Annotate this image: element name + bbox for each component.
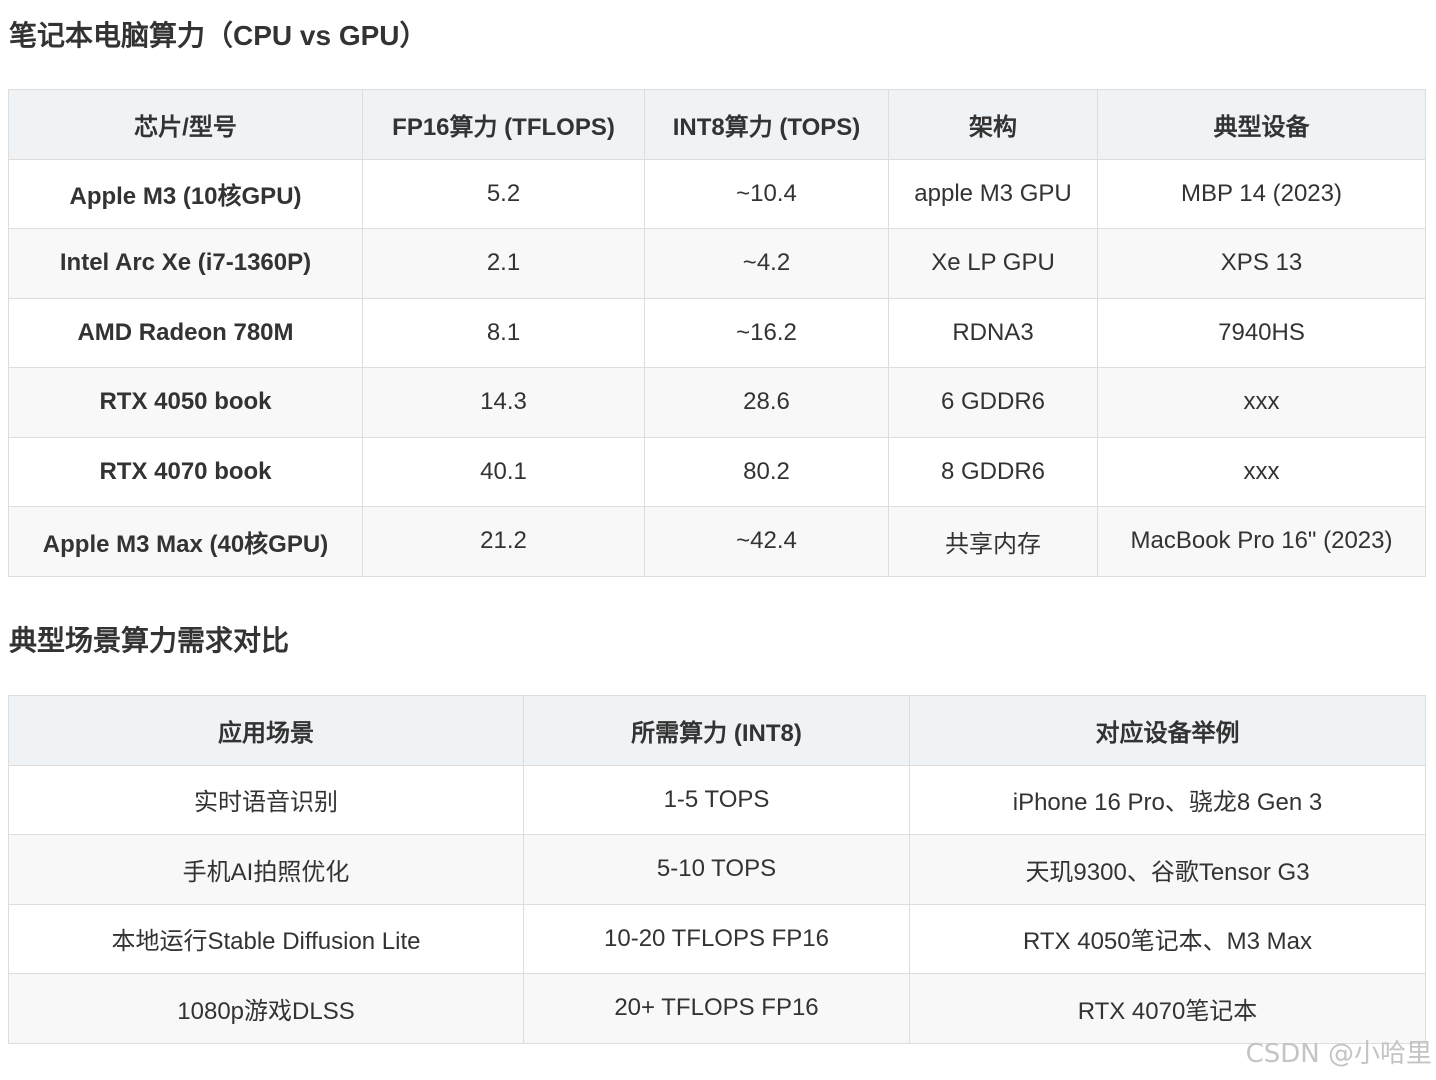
cell-scenario: 1080p游戏DLSS <box>8 973 524 1044</box>
cell-architecture: 共享内存 <box>888 506 1098 577</box>
column-header-fp16: FP16算力 (TFLOPS) <box>362 89 645 160</box>
table-row: 实时语音识别 1-5 TOPS iPhone 16 Pro、骁龙8 Gen 3 <box>8 764 1426 835</box>
cell-architecture: RDNA3 <box>888 297 1098 368</box>
scenario-compute-table: 应用场景 所需算力 (INT8) 对应设备举例 实时语音识别 1-5 TOPS … <box>8 695 1426 1044</box>
table-row: 1080p游戏DLSS 20+ TFLOPS FP16 RTX 4070笔记本 <box>8 973 1426 1044</box>
table-header-row: 应用场景 所需算力 (INT8) 对应设备举例 <box>8 695 1426 766</box>
cell-chip: Apple M3 Max (40核GPU) <box>8 506 363 577</box>
table-header-row: 芯片/型号 FP16算力 (TFLOPS) INT8算力 (TOPS) 架构 典… <box>8 89 1426 160</box>
table-row: 手机AI拍照优化 5-10 TOPS 天玑9300、谷歌Tensor G3 <box>8 834 1426 905</box>
cell-chip: RTX 4050 book <box>8 367 363 438</box>
table-row: RTX 4050 book 14.3 28.6 6 GDDR6 xxx <box>8 367 1426 438</box>
cell-required-compute: 1-5 TOPS <box>523 764 910 835</box>
cell-device: 7940HS <box>1097 297 1426 368</box>
cell-int8: ~4.2 <box>644 228 889 299</box>
column-header-architecture: 架构 <box>888 89 1098 160</box>
table-row: RTX 4070 book 40.1 80.2 8 GDDR6 xxx <box>8 436 1426 507</box>
cell-fp16: 40.1 <box>362 436 645 507</box>
cell-device: MBP 14 (2023) <box>1097 158 1426 229</box>
cell-example-devices: 天玑9300、谷歌Tensor G3 <box>909 834 1426 905</box>
cell-chip: RTX 4070 book <box>8 436 363 507</box>
cell-int8: ~42.4 <box>644 506 889 577</box>
cell-scenario: 实时语音识别 <box>8 764 524 835</box>
column-header-required-compute: 所需算力 (INT8) <box>523 695 910 766</box>
cell-int8: ~16.2 <box>644 297 889 368</box>
cell-architecture: 8 GDDR6 <box>888 436 1098 507</box>
cell-architecture: 6 GDDR6 <box>888 367 1098 438</box>
cell-chip: Intel Arc Xe (i7-1360P) <box>8 228 363 299</box>
table-row: AMD Radeon 780M 8.1 ~16.2 RDNA3 7940HS <box>8 297 1426 368</box>
column-header-scenario: 应用场景 <box>8 695 524 766</box>
cell-int8: ~10.4 <box>644 158 889 229</box>
laptop-compute-table: 芯片/型号 FP16算力 (TFLOPS) INT8算力 (TOPS) 架构 典… <box>8 89 1426 577</box>
cell-architecture: Xe LP GPU <box>888 228 1098 299</box>
cell-required-compute: 10-20 TFLOPS FP16 <box>523 903 910 974</box>
cell-scenario: 本地运行Stable Diffusion Lite <box>8 903 524 974</box>
cell-example-devices: iPhone 16 Pro、骁龙8 Gen 3 <box>909 764 1426 835</box>
cell-fp16: 21.2 <box>362 506 645 577</box>
cell-architecture: apple M3 GPU <box>888 158 1098 229</box>
table-row: Intel Arc Xe (i7-1360P) 2.1 ~4.2 Xe LP G… <box>8 228 1426 299</box>
cell-required-compute: 20+ TFLOPS FP16 <box>523 973 910 1044</box>
table-row: Apple M3 (10核GPU) 5.2 ~10.4 apple M3 GPU… <box>8 158 1426 229</box>
table-row: Apple M3 Max (40核GPU) 21.2 ~42.4 共享内存 Ma… <box>8 506 1426 577</box>
cell-device: xxx <box>1097 436 1426 507</box>
cell-example-devices: RTX 4050笔记本、M3 Max <box>909 903 1426 974</box>
column-header-int8: INT8算力 (TOPS) <box>644 89 889 160</box>
cell-chip: AMD Radeon 780M <box>8 297 363 368</box>
section-title-laptop-compute: 笔记本电脑算力（CPU vs GPU） <box>9 20 428 51</box>
cell-fp16: 5.2 <box>362 158 645 229</box>
column-header-chip: 芯片/型号 <box>8 89 363 160</box>
cell-fp16: 2.1 <box>362 228 645 299</box>
cell-fp16: 14.3 <box>362 367 645 438</box>
cell-required-compute: 5-10 TOPS <box>523 834 910 905</box>
csdn-watermark: CSDN @小哈里 <box>1245 1039 1432 1069</box>
cell-device: MacBook Pro 16" (2023) <box>1097 506 1426 577</box>
column-header-example-devices: 对应设备举例 <box>909 695 1426 766</box>
column-header-device: 典型设备 <box>1097 89 1426 160</box>
cell-scenario: 手机AI拍照优化 <box>8 834 524 905</box>
cell-device: xxx <box>1097 367 1426 438</box>
cell-fp16: 8.1 <box>362 297 645 368</box>
cell-device: XPS 13 <box>1097 228 1426 299</box>
cell-int8: 80.2 <box>644 436 889 507</box>
section-title-scenario-compute: 典型场景算力需求对比 <box>9 625 290 656</box>
cell-int8: 28.6 <box>644 367 889 438</box>
cell-chip: Apple M3 (10核GPU) <box>8 158 363 229</box>
table-row: 本地运行Stable Diffusion Lite 10-20 TFLOPS F… <box>8 903 1426 974</box>
